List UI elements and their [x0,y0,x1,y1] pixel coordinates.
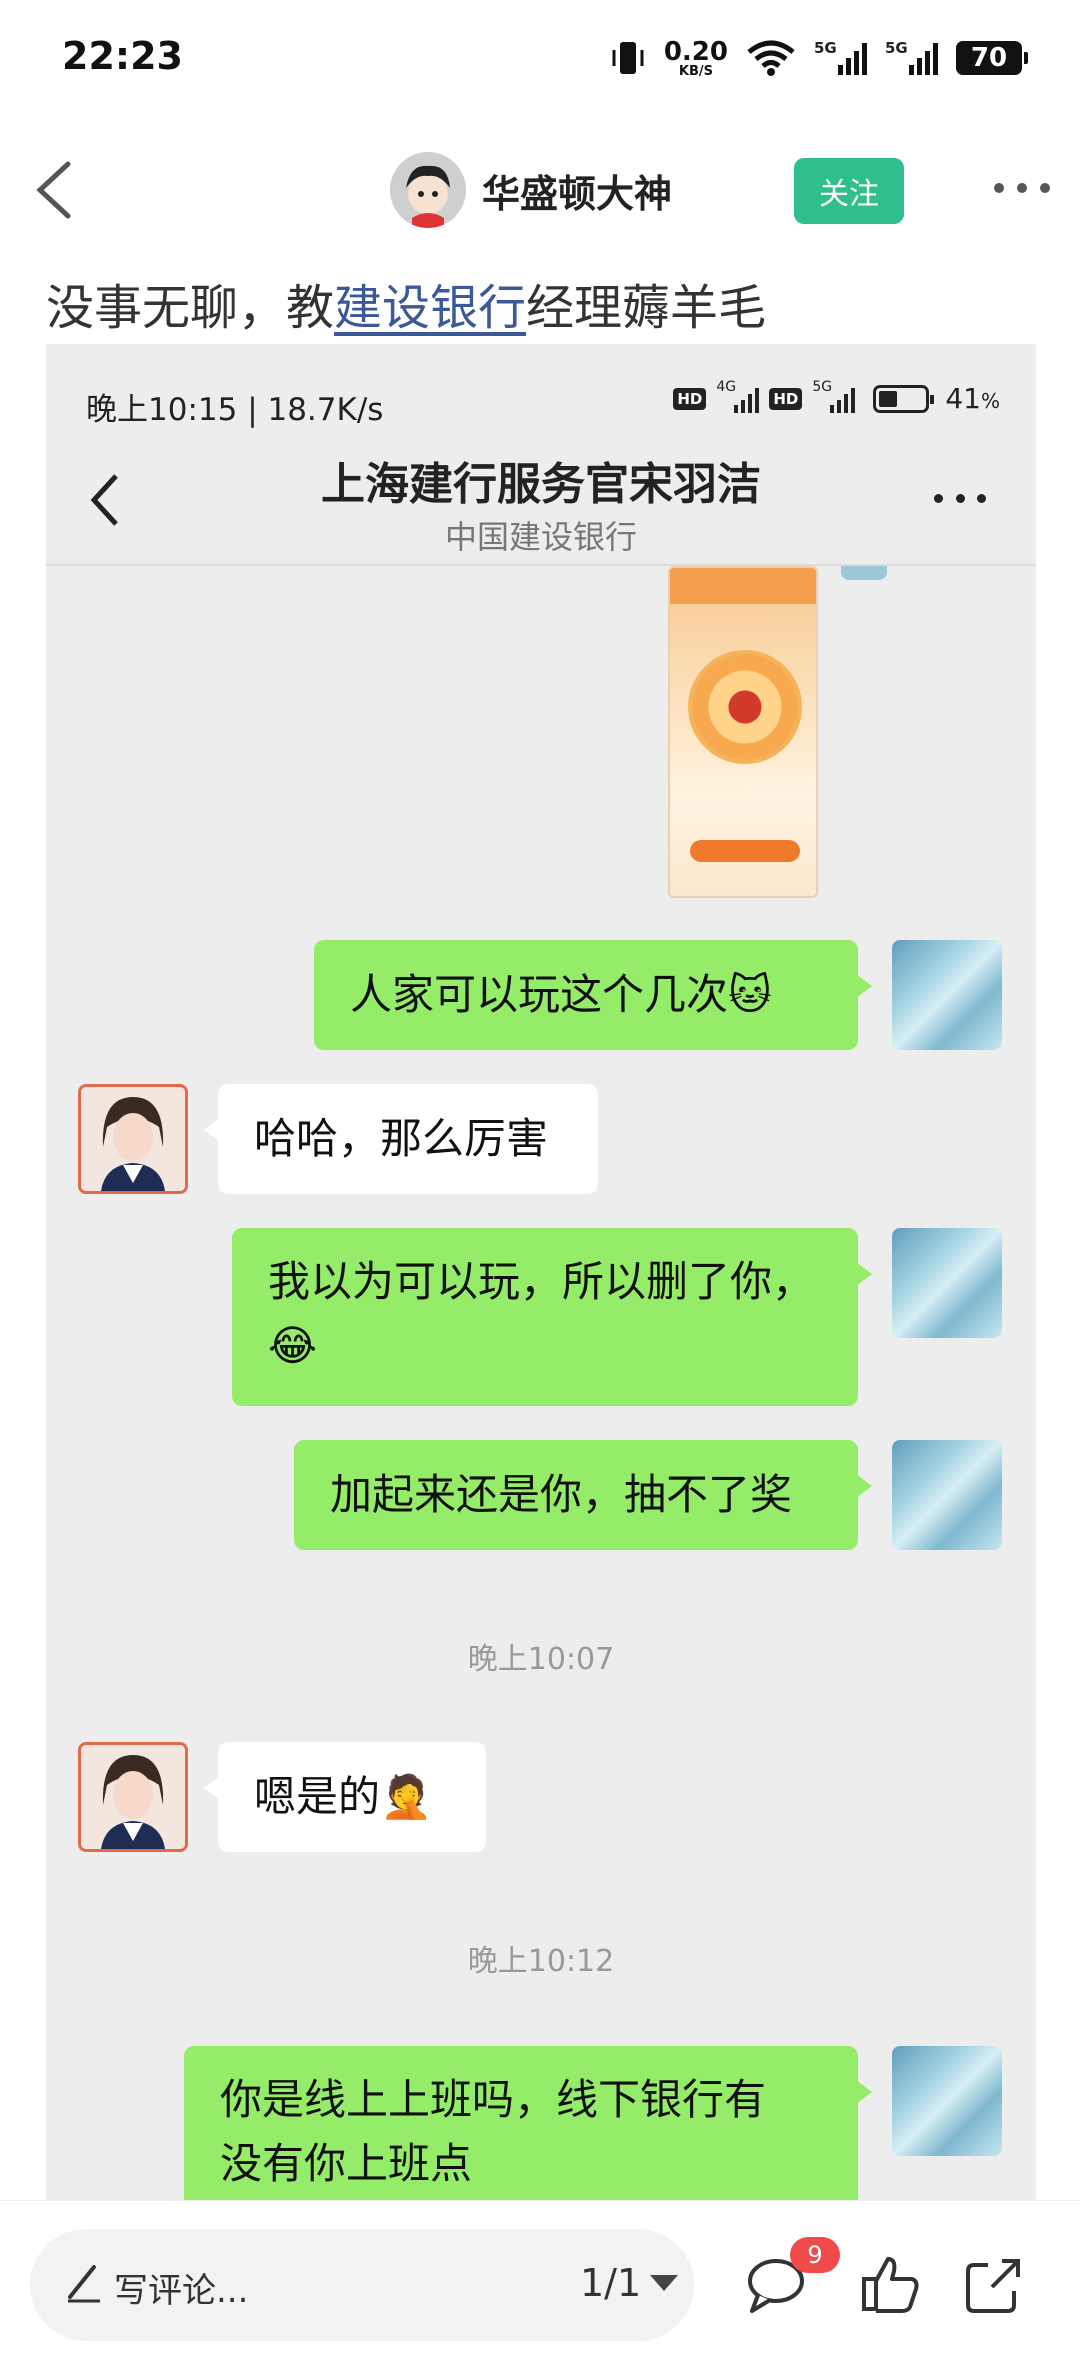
post-title: 没事无聊，教建设银行经理薅羊毛 [46,268,766,338]
partial-avatar [841,566,887,580]
divider [46,564,1036,566]
comment-count-badge: 9 [790,2237,840,2273]
status-bar: 22:23 0.20 KB/S 5G 5G 70 [0,0,1080,120]
woman-portrait-icon [81,1745,185,1849]
sim1-label: 5G [814,39,837,57]
post-title-suffix: 经理薅羊毛 [526,280,767,336]
shot-status-time: 晚上10:15 | 18.7K/s [86,392,384,428]
chat-more-icon [934,494,986,503]
message-line: 😂 [268,1321,318,1370]
post-title-link[interactable]: 建设银行 [334,280,526,336]
shot-battery-icon [873,384,935,413]
follow-button[interactable]: 关注 [794,158,904,224]
vibrate-icon [612,42,644,74]
my-avatar [892,1440,1002,1550]
wifi-icon [747,40,795,76]
shot-signal-2-icon: 5G [812,379,856,413]
lottery-wheel-icon [688,650,802,764]
chat-screenshot-image: 晚上10:15 | 18.7K/s HD 4G HD 5G 41% 上海建行服务… [46,344,1036,2200]
pen-icon [68,2265,100,2303]
sim2-label: 5G [885,39,908,57]
author-name[interactable]: 华盛顿大神 [482,163,672,218]
chat-subtitle: 中国建设银行 [444,518,637,556]
status-time: 22:23 [62,34,183,78]
net-speed-unit: KB/S [678,63,713,79]
message-bubble-other: 哈哈，那么厉害 [204,1084,598,1194]
dropdown-caret-icon[interactable] [650,2275,678,2291]
message-bubble-me: 你是线上上班吗，线下银行有 没有你上班点 [184,2046,872,2200]
shot-sig2-label: 5G [812,378,833,395]
comment-placeholder[interactable]: 写评论... [114,2263,248,2312]
my-avatar [892,940,1002,1050]
shot-sig1-label: 4G [716,378,737,395]
shot-status-icons: HD 4G HD 5G 41% [673,379,1000,415]
comment-input[interactable]: 写评论... 1/1 [30,2229,694,2341]
shot-battery-percent: 41% [945,382,1000,415]
woman-portrait-icon [81,1087,185,1191]
hd-icon: HD [673,387,707,410]
page-indicator[interactable]: 1/1 [580,2261,641,2305]
message-line: 你是线上上班吗，线下银行有 [220,2075,767,2124]
chat-title: 上海建行服务官宋羽洁 [321,459,761,510]
post-title-prefix: 没事无聊，教 [46,280,335,336]
shared-lottery-image [668,566,818,898]
net-speed: 0.20 KB/S [664,39,728,78]
message-bubble-me: 人家可以玩这个几次🐱 [314,940,872,1050]
signal-sim1-icon: 5G [814,39,867,75]
author-avatar[interactable] [390,152,466,228]
chat-timestamp: 晚上10:07 [467,1642,615,1677]
signal-sim2-icon: 5G [885,39,938,75]
status-icons: 0.20 KB/S 5G 5G 70 [610,36,1028,80]
message-line: 我以为可以玩，所以删了你， [268,1257,815,1306]
thumbs-up-icon[interactable] [858,2253,922,2317]
message-bubble-me: 我以为可以玩，所以删了你， 😂 [232,1228,872,1406]
hd-icon: HD [769,387,803,410]
bottom-action-bar: 写评论... 1/1 9 [0,2200,1080,2376]
my-avatar [892,1228,1002,1338]
cartoon-avatar-icon [390,152,466,228]
back-arrow-icon[interactable] [26,158,86,222]
my-avatar [892,2046,1002,2156]
message-line: 没有你上班点 [220,2139,473,2188]
thumb-banner [670,568,816,604]
contact-avatar [78,1742,188,1852]
net-speed-value: 0.20 [663,36,728,67]
share-icon[interactable] [962,2253,1026,2317]
shot-signal-1-icon: 4G [716,379,760,413]
contact-avatar [78,1084,188,1194]
author-info[interactable]: 华盛顿大神 [390,152,672,228]
message-bubble-me: 加起来还是你，抽不了奖 [294,1440,872,1550]
more-options-icon[interactable] [994,168,1050,208]
post-header: 华盛顿大神 关注 [0,140,1080,240]
thumb-task-bar [690,840,800,862]
message-bubble-other: 嗯是的🤦 [204,1742,486,1852]
chat-timestamp: 晚上10:12 [467,1944,615,1979]
battery-icon: 70 [956,41,1028,75]
